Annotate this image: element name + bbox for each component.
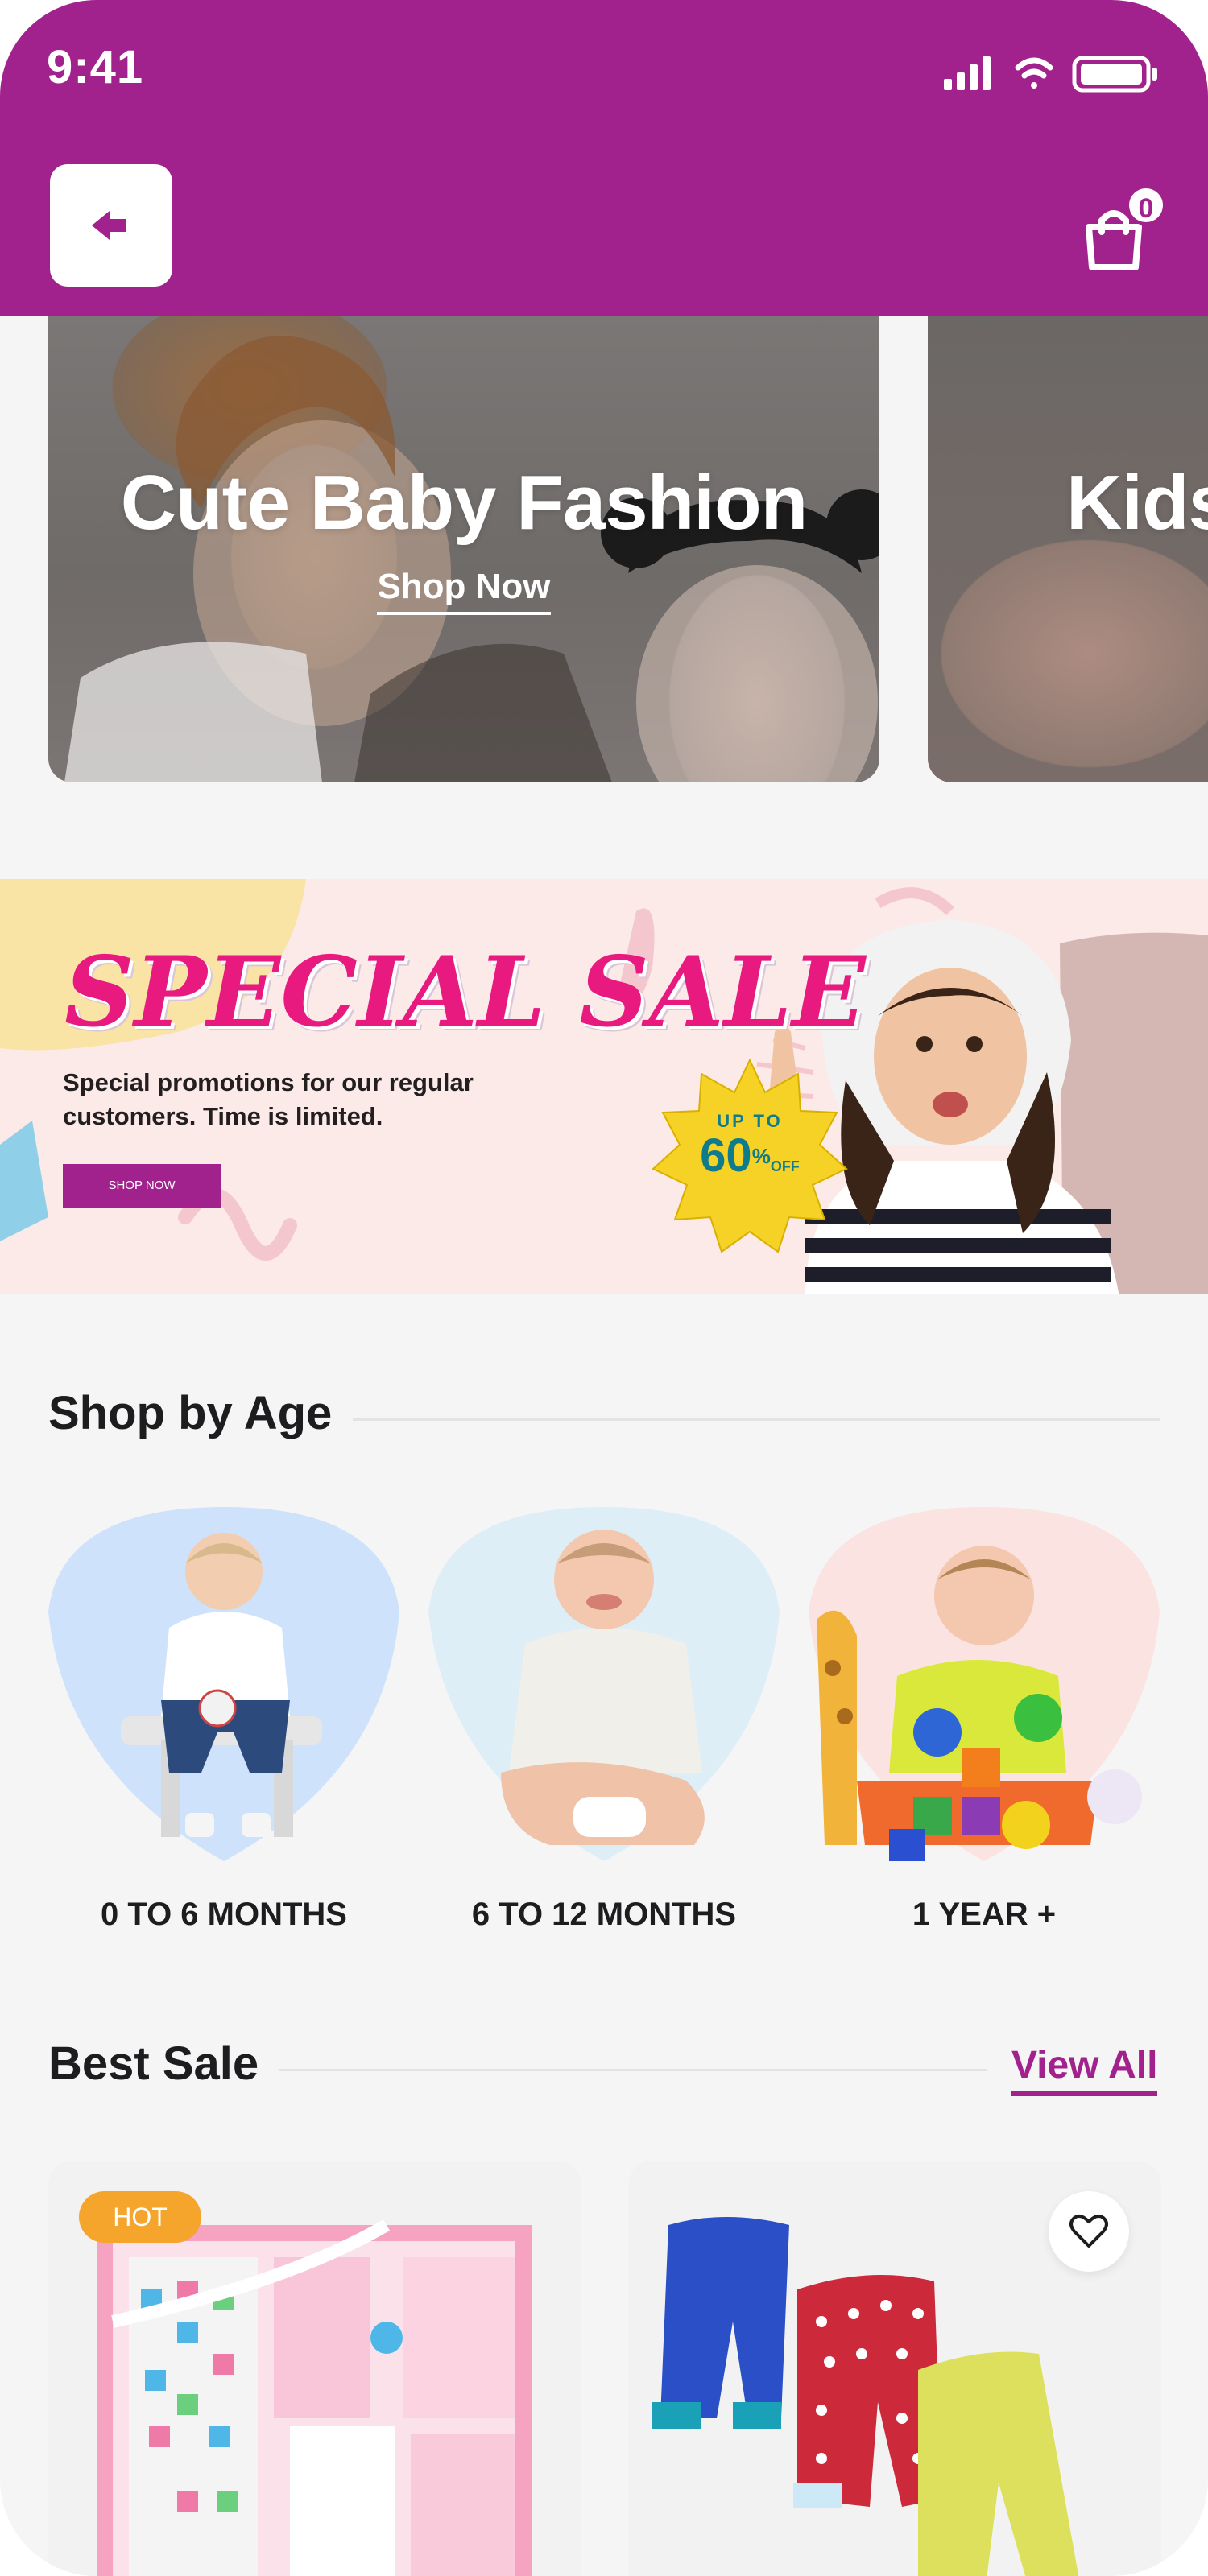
- badge-value: 60: [700, 1129, 752, 1182]
- status-icons: [944, 56, 1157, 93]
- hero-title: Kids: [1066, 460, 1208, 546]
- special-sale-banner[interactable]: UP TO 60%OFF SPECIAL SALE Special promot…: [0, 879, 1208, 1294]
- favorite-button[interactable]: [1049, 2191, 1129, 2272]
- age-label: 6 TO 12 MONTHS: [471, 1897, 737, 1932]
- sale-shop-now-button[interactable]: SHOP NOW: [63, 1164, 221, 1208]
- view-all-link[interactable]: View All: [1011, 2043, 1158, 2096]
- section-divider: [279, 2069, 987, 2071]
- section-divider: [353, 1418, 1160, 1421]
- phone-screen: 9:41 0 Cute Baby Fashion Shop Now Kid UP…: [0, 0, 1208, 2576]
- sale-title: SPECIAL SALE: [64, 935, 866, 1049]
- hero-title: Cute Baby Fashion: [120, 460, 808, 546]
- heart-icon: [1069, 2214, 1108, 2248]
- product-card[interactable]: [628, 2161, 1161, 2576]
- app-header: 9:41 0: [0, 0, 1208, 316]
- sale-description: Special promotions for our regular custo…: [63, 1068, 474, 1130]
- age-photo: [428, 1507, 780, 1861]
- hero-slide[interactable]: Cute Baby Fashion Shop Now: [48, 316, 879, 782]
- arrow-left-icon: [92, 211, 126, 240]
- discount-badge: UP TO 60%OFF: [649, 1111, 850, 1191]
- product-card[interactable]: HOT: [48, 2161, 581, 2576]
- shop-now-link[interactable]: Shop Now: [48, 567, 879, 615]
- battery-icon: [1072, 56, 1157, 93]
- badge-percent: %: [751, 1144, 771, 1168]
- age-tile-6-12[interactable]: [428, 1507, 780, 1861]
- hero-photo: [64, 336, 879, 782]
- age-tile-1-year-plus[interactable]: [809, 1507, 1160, 1861]
- best-sale-title: Best Sale: [48, 2037, 259, 2090]
- age-tile-0-6[interactable]: [48, 1507, 399, 1861]
- cart-count-badge: 0: [1126, 185, 1166, 225]
- cart-button[interactable]: 0: [1078, 184, 1166, 272]
- wifi-icon: [1015, 57, 1053, 89]
- status-time: 9:41: [47, 41, 144, 93]
- hero-slide[interactable]: Kids: [928, 316, 1208, 782]
- shop-by-age-title: Shop by Age: [48, 1387, 333, 1439]
- age-label: 1 YEAR +: [912, 1897, 1057, 1932]
- signal-icon: [944, 56, 991, 90]
- age-label: 0 TO 6 MONTHS: [101, 1897, 347, 1932]
- shop-now-label: Shop Now: [377, 567, 551, 615]
- back-button[interactable]: [50, 164, 172, 287]
- age-photo: [809, 1507, 1160, 1861]
- hot-badge: HOT: [79, 2191, 201, 2243]
- age-photo: [48, 1507, 399, 1861]
- badge-off: OFF: [770, 1158, 800, 1174]
